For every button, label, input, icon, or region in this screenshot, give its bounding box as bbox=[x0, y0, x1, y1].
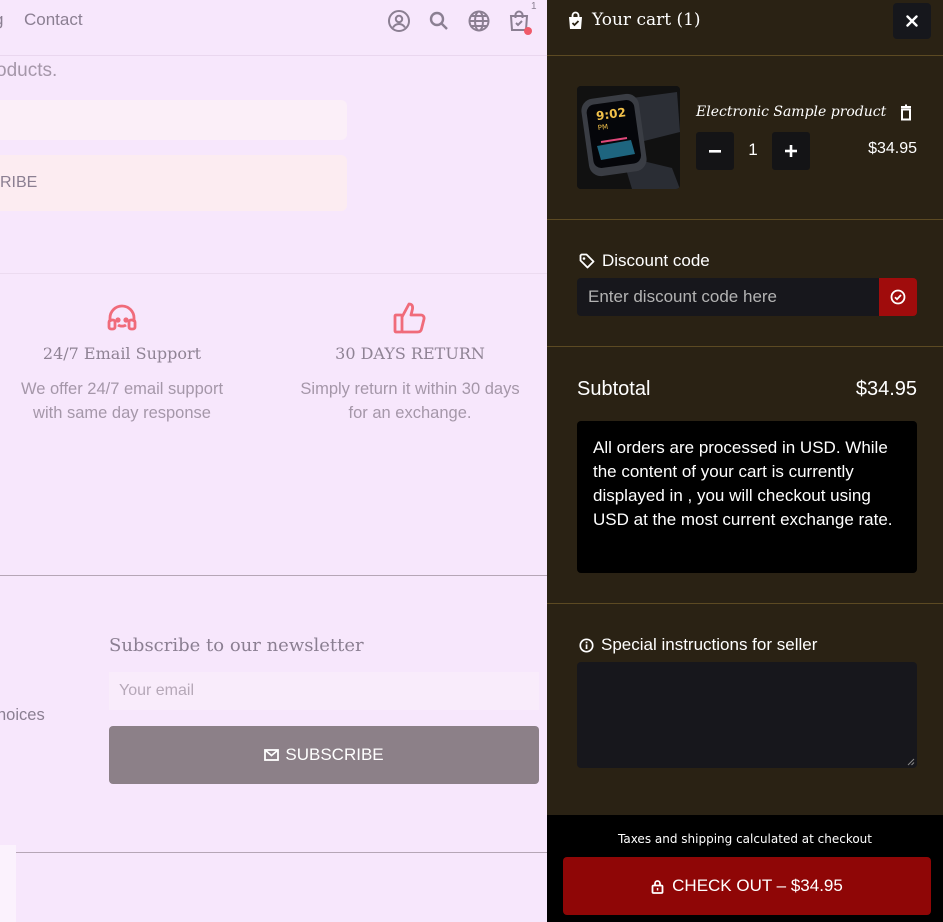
search-icon[interactable] bbox=[427, 9, 451, 33]
item-price: $34.95 bbox=[868, 140, 917, 157]
feature-description-line: for an exchange. bbox=[348, 404, 472, 422]
trash-icon bbox=[901, 104, 911, 121]
divider bbox=[547, 55, 943, 56]
email-input-partial[interactable] bbox=[0, 100, 347, 140]
smartwatch-image: 9:02 PM bbox=[577, 86, 680, 189]
cart-title-text: Your cart (1) bbox=[592, 10, 701, 30]
newsletter-title: Subscribe to our newsletter bbox=[109, 635, 364, 656]
special-instructions-label: Special instructions for seller bbox=[579, 635, 817, 655]
feature-title: 24/7 Email Support bbox=[42, 344, 202, 363]
checkout-button-label: CHECK OUT – $34.95 bbox=[672, 876, 843, 895]
nav-link-contact[interactable]: Contact bbox=[24, 10, 83, 30]
cart-footer: Taxes and shipping calculated at checkou… bbox=[547, 815, 943, 922]
tax-shipping-note: Taxes and shipping calculated at checkou… bbox=[618, 832, 872, 846]
feature-title: 30 DAYS RETURN bbox=[335, 344, 485, 363]
feature-description: We offer 24/7 email support with same da… bbox=[0, 377, 252, 425]
resize-handle-icon[interactable] bbox=[907, 758, 915, 766]
check-circle-icon bbox=[890, 289, 906, 305]
discount-code-label: Discount code bbox=[579, 251, 710, 271]
mail-icon bbox=[264, 749, 280, 761]
plus-icon bbox=[785, 145, 797, 157]
store-page: g Contact 1 oducts. RIBE 24/7 Email Supp… bbox=[0, 0, 547, 922]
footer-divider bbox=[0, 575, 547, 576]
newsletter-subscribe-label: SUBSCRIBE bbox=[285, 745, 384, 764]
cart-title: Your cart (1) bbox=[567, 8, 701, 32]
currency-notice: All orders are processed in USD. While t… bbox=[577, 421, 917, 573]
feature-description-line: We offer 24/7 email support bbox=[20, 380, 224, 398]
footer-text-partial: hoices bbox=[0, 706, 45, 724]
close-cart-button[interactable] bbox=[893, 3, 931, 39]
subtotal-label: Subtotal bbox=[577, 378, 651, 400]
discount-code-input[interactable]: Enter discount code here bbox=[577, 278, 879, 316]
account-icon[interactable] bbox=[387, 9, 411, 33]
globe-icon[interactable] bbox=[467, 9, 491, 33]
cart-count-badge: 1 bbox=[531, 1, 537, 12]
divider bbox=[547, 219, 943, 220]
cart-notification-dot bbox=[524, 27, 532, 35]
special-instructions-textarea[interactable] bbox=[577, 662, 917, 768]
product-name-link[interactable]: Electronic Sample product bbox=[696, 104, 886, 120]
shopping-bag-icon bbox=[569, 11, 582, 29]
feature-email-support: 24/7 Email Support We offer 24/7 email s… bbox=[0, 300, 252, 425]
cart-drawer: Your cart (1) 9:02 PM Electronic Sample … bbox=[547, 0, 943, 922]
decrease-quantity-button[interactable] bbox=[696, 132, 734, 170]
nav-link-partial[interactable]: g bbox=[0, 10, 3, 30]
subtotal-value: $34.95 bbox=[855, 378, 917, 400]
subscribe-button-label: RIBE bbox=[0, 174, 38, 191]
divider bbox=[547, 346, 943, 347]
section-text-partial: oducts. bbox=[0, 60, 58, 81]
footer-bottom-divider bbox=[16, 852, 547, 853]
increase-quantity-button[interactable] bbox=[772, 132, 810, 170]
close-icon bbox=[906, 15, 918, 27]
lock-icon bbox=[651, 879, 664, 894]
quantity-value[interactable]: 1 bbox=[743, 140, 763, 160]
feature-30-days-return: 30 DAYS RETURN Simply return it within 3… bbox=[280, 300, 540, 425]
info-icon bbox=[579, 637, 594, 653]
checkout-button[interactable]: CHECK OUT – $34.95 bbox=[563, 857, 931, 915]
minus-icon bbox=[709, 149, 721, 153]
divider bbox=[547, 603, 943, 604]
feature-description: Simply return it within 30 days for an e… bbox=[280, 377, 540, 425]
special-instructions-label-text: Special instructions for seller bbox=[601, 635, 818, 654]
remove-item-button[interactable] bbox=[899, 104, 915, 122]
discount-code-label-text: Discount code bbox=[602, 251, 710, 270]
footer-edge bbox=[0, 845, 16, 922]
newsletter-subscribe-button[interactable]: SUBSCRIBE bbox=[109, 726, 539, 784]
thumbs-up-icon bbox=[392, 300, 428, 336]
feature-description-line: Simply return it within 30 days bbox=[300, 380, 520, 398]
newsletter-email-input[interactable]: Your email bbox=[109, 672, 539, 710]
feature-description-line: with same day response bbox=[33, 404, 211, 422]
subscribe-button-partial[interactable]: RIBE bbox=[0, 155, 347, 211]
divider bbox=[0, 273, 547, 274]
product-image[interactable]: 9:02 PM bbox=[577, 86, 680, 189]
tag-icon bbox=[579, 253, 595, 269]
site-header: g Contact 1 bbox=[0, 0, 547, 56]
watch-ampm: PM bbox=[597, 123, 608, 132]
apply-discount-button[interactable] bbox=[879, 278, 917, 316]
support-headset-icon bbox=[104, 300, 140, 336]
